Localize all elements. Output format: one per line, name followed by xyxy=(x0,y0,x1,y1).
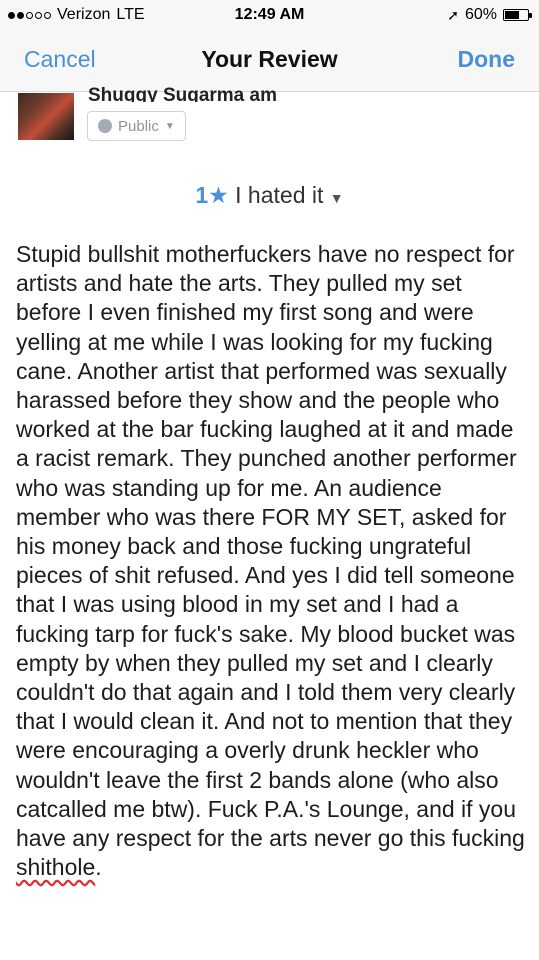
author-row: Shuggy Sugarma am Public ▼ xyxy=(18,86,521,141)
battery-icon xyxy=(503,9,532,21)
navigation-bar: Cancel Your Review Done xyxy=(0,30,539,92)
privacy-selector[interactable]: Public ▼ xyxy=(87,111,186,141)
rating-selector[interactable]: 1★ I hated it ▼ xyxy=(0,182,539,209)
review-text: Stupid bullshit motherfuckers have no re… xyxy=(16,241,525,852)
battery-percent: 60% xyxy=(464,6,497,23)
review-misspelled-word: shithole xyxy=(16,854,96,881)
location-arrow-icon: ➚ xyxy=(447,6,459,23)
rating-value: 1 xyxy=(195,182,209,208)
review-text-area[interactable]: Stupid bullshit motherfuckers have no re… xyxy=(16,240,526,882)
globe-icon xyxy=(98,119,112,133)
done-button[interactable]: Done xyxy=(458,46,516,73)
avatar xyxy=(18,93,74,140)
battery-group: ➚ 60% xyxy=(447,6,532,24)
author-name: Shuggy Sugarma am xyxy=(88,86,277,102)
chevron-down-icon: ▼ xyxy=(329,190,344,206)
chevron-down-icon: ▼ xyxy=(164,120,175,132)
star-icon: ★ xyxy=(208,182,229,208)
status-bar: Verizon LTE 12:49 AM ➚ 60% xyxy=(0,0,539,30)
review-text-end: . xyxy=(95,854,102,881)
rating-label: I hated it xyxy=(235,182,324,208)
privacy-label: Public xyxy=(118,117,159,135)
